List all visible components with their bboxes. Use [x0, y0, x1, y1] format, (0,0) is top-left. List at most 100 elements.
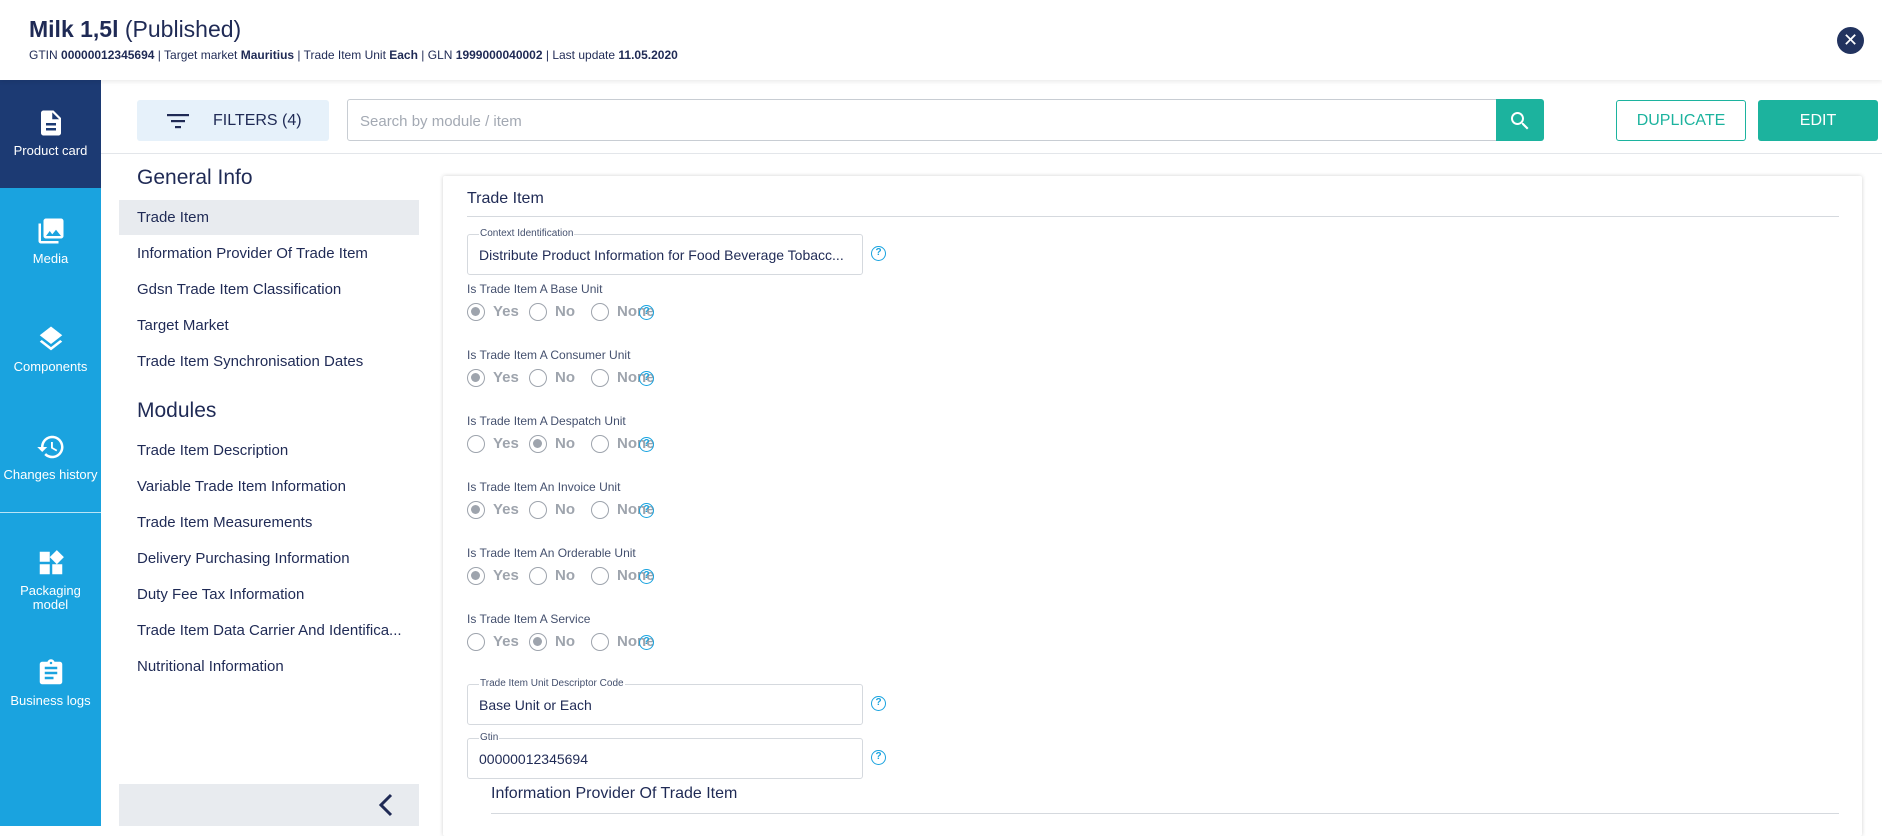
unit-descriptor-field[interactable]: Trade Item Unit Descriptor Code Base Uni…	[467, 678, 863, 725]
last-update-value: 11.05.2020	[618, 48, 678, 62]
nav-item-delivery-purchasing[interactable]: Delivery Purchasing Information	[119, 541, 419, 576]
radio-yes[interactable]	[467, 435, 485, 453]
modules-title: Modules	[137, 399, 217, 422]
nav-item-target-market[interactable]: Target Market	[119, 308, 419, 343]
radio-yes[interactable]	[467, 633, 485, 651]
sidebar-item-components[interactable]: Components	[0, 296, 101, 404]
sidebar-item-label: Media	[32, 251, 69, 266]
subsection-title: Information Provider Of Trade Item	[491, 785, 738, 802]
help-icon[interactable]: ?	[639, 437, 654, 452]
sidebar-item-changes-history[interactable]: Changes history	[0, 404, 101, 512]
search-input[interactable]	[360, 110, 1460, 132]
radio-no[interactable]	[529, 303, 547, 321]
clipboard-icon	[39, 659, 62, 685]
field-value: Base Unit or Each	[479, 697, 592, 713]
help-icon[interactable]: ?	[639, 635, 654, 650]
product-name: Milk 1,5l	[29, 16, 119, 42]
nav-item-nutritional-information[interactable]: Nutritional Information	[119, 649, 419, 684]
divider	[467, 216, 1839, 217]
sidebar-item-media[interactable]: Media	[0, 188, 101, 296]
unit-value: Each	[389, 48, 418, 62]
question-label: Is Trade Item A Despatch Unit	[467, 414, 626, 428]
sidebar-item-label: Packaging model	[20, 583, 81, 612]
sidebar-item-label: Components	[13, 359, 88, 374]
nav-item-duty-fee-tax[interactable]: Duty Fee Tax Information	[119, 577, 419, 612]
nav-item-gdsn-classification[interactable]: Gdsn Trade Item Classification	[119, 272, 419, 307]
nav-item-information-provider[interactable]: Information Provider Of Trade Item	[119, 236, 419, 271]
target-market-label: Target market	[164, 48, 238, 62]
target-market-value: Mauritius	[240, 48, 295, 62]
page-title: Milk 1,5l (Published)	[29, 16, 241, 43]
gtin-field[interactable]: Gtin 00000012345694	[467, 732, 863, 779]
field-value: Distribute Product Information for Food …	[479, 247, 844, 263]
filters-button[interactable]: FILTERS (4)	[137, 100, 329, 141]
nav-item-data-carrier[interactable]: Trade Item Data Carrier And Identifica..…	[119, 613, 419, 648]
gtin-label: GTIN	[29, 48, 58, 62]
sidebar-item-label: Business logs	[10, 693, 91, 708]
radio-no[interactable]	[529, 435, 547, 453]
help-icon[interactable]: ?	[639, 569, 654, 584]
radio-yes[interactable]	[467, 369, 485, 387]
radio-none[interactable]	[591, 303, 609, 321]
radio-no[interactable]	[529, 501, 547, 519]
help-icon[interactable]: ?	[871, 750, 886, 765]
radio-label: No	[555, 567, 575, 584]
help-icon[interactable]: ?	[871, 246, 886, 261]
nav-item-trade-item-description[interactable]: Trade Item Description	[119, 433, 419, 468]
question-label: Is Trade Item A Base Unit	[467, 282, 603, 296]
radio-none[interactable]	[591, 567, 609, 585]
sidebar-item-product-card[interactable]: Product card	[0, 80, 101, 188]
help-icon[interactable]: ?	[871, 696, 886, 711]
search-button[interactable]	[1496, 99, 1544, 141]
radio-none[interactable]	[591, 501, 609, 519]
search-icon	[1511, 112, 1529, 130]
radio-label: Yes	[493, 633, 519, 650]
help-icon[interactable]: ?	[639, 371, 654, 386]
nav-item-trade-item[interactable]: Trade Item	[119, 200, 419, 235]
radio-label: No	[555, 501, 575, 518]
main-sidebar: Product card Media Components Changes hi…	[0, 80, 101, 826]
radio-yes[interactable]	[467, 567, 485, 585]
radio-label: Yes	[493, 369, 519, 386]
help-icon[interactable]: ?	[639, 503, 654, 518]
card-title: Trade Item	[467, 190, 544, 207]
duplicate-button[interactable]: DUPLICATE	[1616, 100, 1746, 141]
radio-no[interactable]	[529, 567, 547, 585]
toolbar: FILTERS (4) DUPLICATE EDIT	[101, 80, 1882, 154]
radio-yes[interactable]	[467, 501, 485, 519]
radio-yes[interactable]	[467, 303, 485, 321]
radio-none[interactable]	[591, 435, 609, 453]
sidebar-item-packaging-model[interactable]: Packaging model	[0, 520, 101, 628]
field-value: 00000012345694	[479, 751, 589, 767]
radio-none[interactable]	[591, 369, 609, 387]
collapse-nav-bar[interactable]	[119, 784, 419, 826]
section-nav: General Info Trade Item Information Prov…	[119, 154, 419, 826]
layers-icon	[39, 326, 62, 351]
radio-none[interactable]	[591, 633, 609, 651]
radio-label: No	[555, 369, 575, 386]
context-identification-field[interactable]: Context Identification Distribute Produc…	[467, 228, 863, 275]
question-label: Is Trade Item An Invoice Unit	[467, 480, 621, 494]
product-meta: GTIN 00000012345694 | Target market Maur…	[29, 48, 678, 62]
nav-item-variable-trade-item[interactable]: Variable Trade Item Information	[119, 469, 419, 504]
sidebar-item-business-logs[interactable]: Business logs	[0, 630, 101, 738]
unit-label: Trade Item Unit	[303, 48, 386, 62]
trade-item-card: Trade Item Context Identification Distri…	[443, 176, 1862, 836]
search-box	[347, 99, 1543, 141]
nav-item-measurements[interactable]: Trade Item Measurements	[119, 505, 419, 540]
chevron-left-icon[interactable]	[377, 792, 395, 825]
edit-button[interactable]: EDIT	[1758, 100, 1878, 141]
question-label: Is Trade Item A Service	[467, 612, 591, 626]
help-icon[interactable]: ?	[639, 305, 654, 320]
radio-no[interactable]	[529, 633, 547, 651]
question-label: Is Trade Item An Orderable Unit	[467, 546, 636, 560]
radio-label: No	[555, 435, 575, 452]
images-icon	[38, 218, 63, 244]
sidebar-item-label: Product card	[13, 143, 88, 158]
product-status: (Published)	[124, 16, 242, 42]
nav-item-synchronisation-dates[interactable]: Trade Item Synchronisation Dates	[119, 344, 419, 379]
gtin-value: 00000012345694	[61, 48, 155, 62]
radio-no[interactable]	[529, 369, 547, 387]
field-label: Trade Item Unit Descriptor Code	[479, 678, 625, 689]
close-icon[interactable]: ✕	[1837, 27, 1864, 54]
